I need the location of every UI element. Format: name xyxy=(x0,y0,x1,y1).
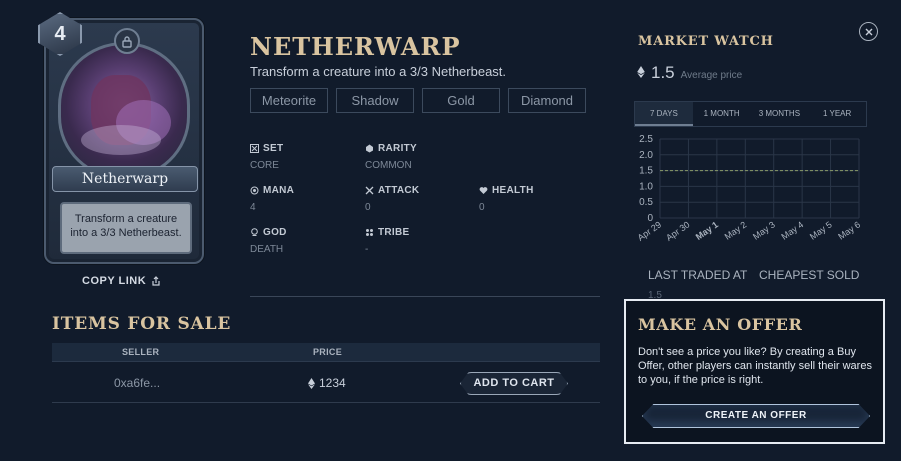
set-icon xyxy=(250,144,259,153)
y-tick-label: 2.0 xyxy=(639,150,653,161)
mana-icon xyxy=(250,186,259,195)
stat-health-label: HEALTH xyxy=(492,185,534,196)
create-offer-button[interactable]: CREATE AN OFFER xyxy=(642,404,870,428)
cheapest-sold-label: CHEAPEST SOLD xyxy=(759,268,860,282)
tab-1-year[interactable]: 1 YEAR xyxy=(808,102,866,126)
share-icon xyxy=(152,276,160,286)
tab-7-days[interactable]: 7 DAYS xyxy=(635,102,693,126)
last-traded-label: LAST TRADED AT xyxy=(648,268,748,282)
price-column-header: PRICE xyxy=(313,347,343,357)
x-tick-label: Apr 30 xyxy=(664,219,691,242)
make-offer-text: Don't see a price you like? By creating … xyxy=(638,346,872,386)
listing-price: 1234 xyxy=(308,376,346,390)
seller-column-header: SELLER xyxy=(122,347,160,357)
variant-tab-meteorite[interactable]: Meteorite xyxy=(250,88,328,113)
attack-icon xyxy=(365,186,374,195)
close-button[interactable] xyxy=(859,22,878,41)
health-icon xyxy=(479,187,488,194)
time-range-tabs: 7 DAYS 1 MONTH 3 MONTHS 1 YEAR xyxy=(634,101,867,127)
x-tick-label: May 6 xyxy=(836,219,862,241)
stat-mana-label: MANA xyxy=(263,185,295,196)
copy-link-button[interactable]: COPY LINK xyxy=(82,275,161,287)
stat-set: SET CORE xyxy=(250,143,283,171)
stat-health-value: 0 xyxy=(479,202,485,213)
eth-icon xyxy=(637,66,645,78)
lock-icon xyxy=(114,28,140,54)
card-mana-value: 4 xyxy=(54,22,66,45)
stat-god-value: DEATH xyxy=(250,244,284,255)
eth-icon xyxy=(308,377,315,389)
x-tick-label: May 5 xyxy=(808,219,834,241)
card-text-box: Transform a creature into a 3/3 Netherbe… xyxy=(60,202,192,254)
stat-mana-value: 4 xyxy=(250,202,256,213)
stat-mana: MANA 4 xyxy=(250,185,294,213)
x-tick-label: May 4 xyxy=(779,219,805,241)
card-description: Transform a creature into a 3/3 Netherbe… xyxy=(250,64,507,79)
stat-god: GOD DEATH xyxy=(250,227,287,255)
average-price: 1.5 Average price xyxy=(637,63,742,83)
x-tick-label: May 1 xyxy=(694,219,720,242)
make-offer-title: MAKE AN OFFER xyxy=(638,315,803,334)
card-name-banner: Netherwarp xyxy=(52,166,198,192)
stat-tribe-value: - xyxy=(365,244,369,255)
divider xyxy=(250,296,600,297)
stat-tribe-label: TRIBE xyxy=(378,227,410,238)
stat-health: HEALTH 0 xyxy=(479,185,534,213)
x-tick-label: May 3 xyxy=(751,219,777,241)
stat-rarity-value: COMMON xyxy=(365,160,412,171)
x-tick-label: May 2 xyxy=(723,219,749,241)
card-preview: 4 Netherwarp Transform a creature into a… xyxy=(38,12,204,264)
card-art-shape xyxy=(81,125,161,155)
copy-link-label: COPY LINK xyxy=(82,275,147,287)
stat-rarity: RARITY COMMON xyxy=(365,143,417,171)
seller-address: 0xa6fe... xyxy=(114,376,161,390)
y-tick-label: 0.5 xyxy=(639,197,653,208)
y-tick-label: 1.0 xyxy=(639,181,653,192)
variant-tab-shadow[interactable]: Shadow xyxy=(336,88,414,113)
stat-attack-value: 0 xyxy=(365,202,371,213)
stat-god-label: GOD xyxy=(263,227,287,238)
market-watch-title: MARKET WATCH xyxy=(638,34,774,49)
stat-set-value: CORE xyxy=(250,160,279,171)
make-offer-panel: MAKE AN OFFER Don't see a price you like… xyxy=(624,299,885,444)
sale-table-header: SELLER PRICE xyxy=(52,343,600,362)
add-to-cart-button[interactable]: ADD TO CART xyxy=(460,372,568,395)
stat-rarity-label: RARITY xyxy=(378,143,418,154)
variant-tab-diamond[interactable]: Diamond xyxy=(508,88,586,113)
price-history-chart: 2.52.01.51.00.50Apr 29 Apr 30 May 1 May 2 Ma… xyxy=(636,134,862,243)
stat-attack-label: ATTACK xyxy=(378,185,420,196)
card-art xyxy=(58,42,190,180)
god-icon xyxy=(251,228,258,236)
y-tick-label: 1.5 xyxy=(639,166,653,177)
tab-1-month[interactable]: 1 MONTH xyxy=(693,102,751,126)
average-price-value: 1.5 xyxy=(651,63,675,82)
stat-tribe: TRIBE - xyxy=(365,227,410,255)
rarity-icon xyxy=(366,144,373,153)
average-price-label: Average price xyxy=(680,70,743,81)
tab-3-months[interactable]: 3 MONTHS xyxy=(751,102,809,126)
tribe-icon xyxy=(366,229,373,236)
listing-price-value: 1234 xyxy=(319,376,346,390)
y-tick-label: 2.5 xyxy=(639,134,653,145)
table-row-divider xyxy=(52,402,600,403)
mana-gem: 4 xyxy=(38,12,82,56)
stat-attack: ATTACK 0 xyxy=(365,185,419,213)
stat-set-label: SET xyxy=(263,143,284,154)
close-icon xyxy=(865,28,872,35)
variant-tab-gold[interactable]: Gold xyxy=(422,88,500,113)
items-for-sale-title: ITEMS FOR SALE xyxy=(52,314,232,334)
variant-tabs: Meteorite Shadow Gold Diamond xyxy=(250,88,586,113)
page-title: NETHERWARP xyxy=(250,32,461,61)
